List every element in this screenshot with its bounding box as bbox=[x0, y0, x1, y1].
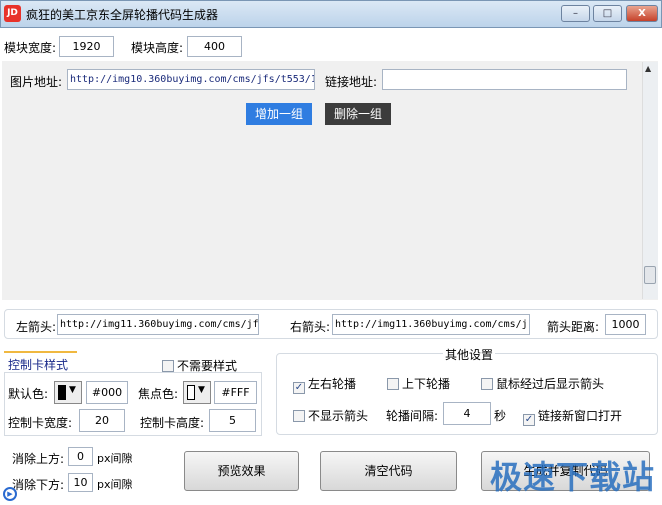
gap-top-input[interactable]: 0 bbox=[68, 447, 93, 466]
interval-unit: 秒 bbox=[494, 409, 507, 423]
checkbox-icon bbox=[293, 410, 305, 422]
gap-top-label: 消除上方: bbox=[12, 452, 65, 466]
default-color-picker[interactable]: ▼ bbox=[54, 381, 82, 404]
delete-group-button[interactable]: 删除一组 bbox=[325, 103, 391, 125]
control-height-input[interactable]: 5 bbox=[209, 409, 256, 432]
control-width-label: 控制卡宽度: bbox=[8, 416, 73, 430]
preview-button[interactable]: 预览效果 bbox=[184, 451, 299, 491]
interval-label: 轮播间隔: bbox=[386, 409, 439, 423]
gap-bottom-unit: px间隙 bbox=[97, 478, 133, 491]
hide-arrow-label: 不显示箭头 bbox=[308, 409, 369, 423]
other-settings-title: 其他设置 bbox=[443, 346, 496, 363]
maximize-button[interactable]: □ bbox=[593, 5, 622, 22]
hover-arrow-checkbox[interactable]: 鼠标经过后显示箭头 bbox=[481, 375, 604, 392]
link-url-input[interactable] bbox=[382, 69, 627, 90]
new-window-label: 链接新窗口打开 bbox=[538, 409, 623, 423]
module-height-label: 模块高度: bbox=[131, 41, 184, 55]
gap-top-unit: px间隙 bbox=[97, 452, 133, 465]
module-width-label: 模块宽度: bbox=[4, 41, 57, 55]
tab-label: 控制卡样式 bbox=[8, 358, 69, 372]
image-url-label: 图片地址: bbox=[10, 75, 63, 89]
scrollbar-thumb[interactable] bbox=[644, 266, 656, 284]
chevron-down-icon: ▼ bbox=[198, 385, 205, 395]
checkbox-checked-icon: ✓ bbox=[523, 414, 535, 426]
tab-control-style[interactable]: 控制卡样式 bbox=[4, 351, 77, 373]
scrollbar[interactable] bbox=[642, 62, 658, 299]
image-url-input[interactable]: http://img10.360buyimg.com/cms/jfs/t553/… bbox=[67, 69, 315, 90]
link-url-label: 链接地址: bbox=[325, 75, 378, 89]
minimize-button[interactable]: – bbox=[561, 5, 590, 22]
watermark: 极速下载站 bbox=[490, 458, 656, 496]
add-group-button[interactable]: 增加一组 bbox=[246, 103, 312, 125]
left-arrow-label: 左箭头: bbox=[16, 320, 57, 334]
interval-input[interactable]: 4 bbox=[443, 402, 491, 425]
focus-color-label: 焦点色: bbox=[138, 387, 179, 401]
ud-carousel-checkbox[interactable]: 上下轮播 bbox=[387, 375, 450, 392]
play-icon[interactable]: ▶ bbox=[3, 487, 17, 501]
gap-bottom-label: 消除下方: bbox=[12, 478, 65, 492]
gap-bottom-input[interactable]: 10 bbox=[68, 473, 93, 492]
checkbox-checked-icon: ✓ bbox=[293, 382, 305, 394]
module-width-input[interactable]: 1920 bbox=[59, 36, 114, 57]
focus-color-input[interactable]: #FFF bbox=[214, 381, 257, 404]
checkbox-icon bbox=[481, 378, 493, 390]
arrow-distance-label: 箭头距离: bbox=[547, 320, 600, 334]
focus-color-picker[interactable]: ▼ bbox=[183, 381, 211, 404]
new-window-checkbox[interactable]: ✓ 链接新窗口打开 bbox=[523, 407, 622, 426]
lr-carousel-checkbox[interactable]: ✓ 左右轮播 bbox=[293, 375, 356, 394]
no-style-checkbox[interactable]: 不需要样式 bbox=[162, 357, 237, 374]
control-height-label: 控制卡高度: bbox=[140, 416, 205, 430]
default-color-input[interactable]: #000 bbox=[86, 381, 128, 404]
group-list-panel bbox=[2, 61, 658, 300]
checkbox-icon bbox=[387, 378, 399, 390]
checkbox-icon bbox=[162, 360, 174, 372]
right-arrow-input[interactable]: http://img11.360buyimg.com/cms/j: bbox=[332, 314, 530, 335]
lr-carousel-label: 左右轮播 bbox=[308, 377, 357, 391]
hide-arrow-checkbox[interactable]: 不显示箭头 bbox=[293, 407, 368, 424]
control-width-input[interactable]: 20 bbox=[79, 409, 125, 432]
window-title: 疯狂的美工京东全屏轮播代码生成器 bbox=[26, 8, 219, 22]
arrow-distance-input[interactable]: 1000 bbox=[605, 314, 646, 335]
clear-code-button[interactable]: 清空代码 bbox=[320, 451, 457, 491]
close-button[interactable]: X bbox=[626, 5, 658, 22]
default-color-label: 默认色: bbox=[8, 387, 49, 401]
no-style-label: 不需要样式 bbox=[177, 359, 238, 373]
module-height-input[interactable]: 400 bbox=[187, 36, 242, 57]
app-logo-icon: JD bbox=[4, 5, 21, 22]
left-arrow-input[interactable]: http://img11.360buyimg.com/cms/jfs bbox=[57, 314, 259, 335]
right-arrow-label: 右箭头: bbox=[290, 320, 331, 334]
ud-carousel-label: 上下轮播 bbox=[402, 377, 451, 391]
chevron-down-icon: ▼ bbox=[69, 385, 76, 395]
hover-arrow-label: 鼠标经过后显示箭头 bbox=[496, 377, 605, 391]
scroll-up-icon[interactable]: ▲ bbox=[645, 64, 651, 73]
